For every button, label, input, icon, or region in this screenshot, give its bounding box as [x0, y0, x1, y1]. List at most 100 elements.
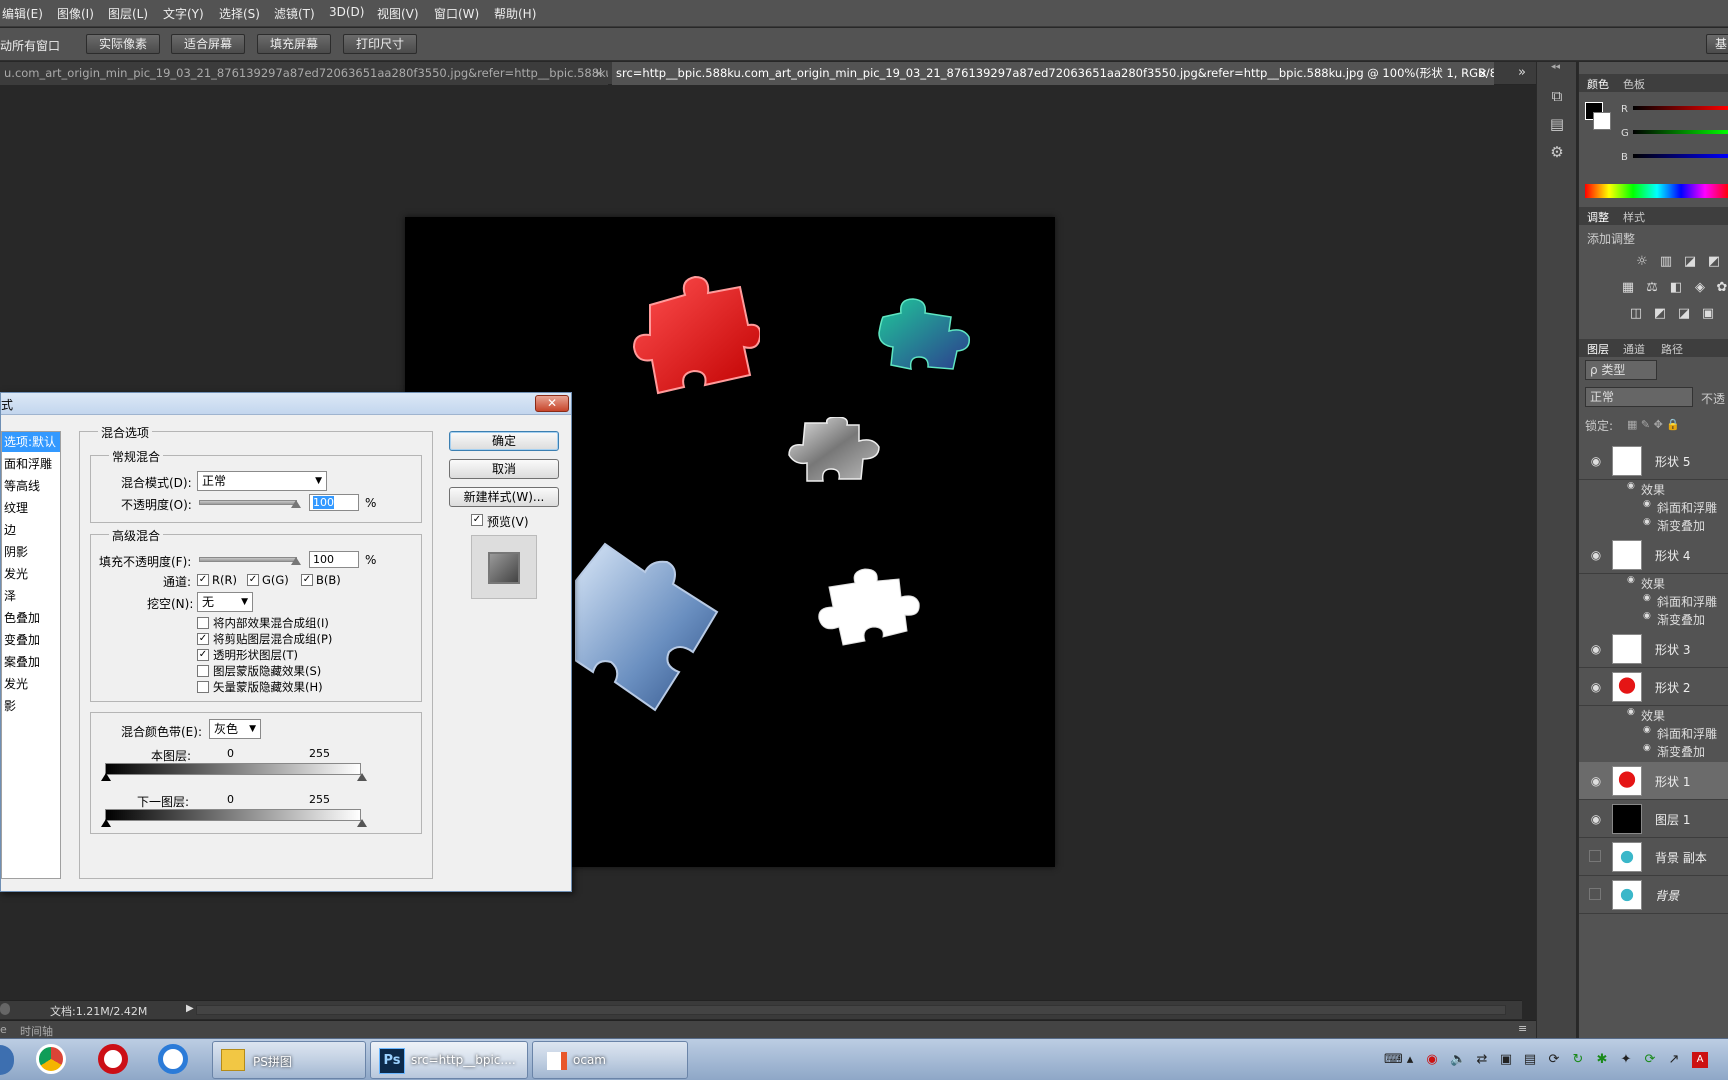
visibility-eye-icon[interactable]: ◉	[1589, 774, 1603, 788]
actual-pixels-button[interactable]: 实际像素	[86, 34, 160, 54]
style-list-item[interactable]: 影	[2, 696, 60, 716]
collapse-icon[interactable]: ◂◂	[1551, 62, 1560, 72]
layer-kind-filter[interactable]: ρ 类型	[1585, 360, 1657, 380]
style-list-item[interactable]: 泽	[2, 586, 60, 606]
update-icon[interactable]: ⟳	[1642, 1052, 1658, 1068]
fill-opacity-slider-thumb[interactable]	[291, 557, 301, 565]
black-white-icon[interactable]: ◈	[1691, 280, 1709, 296]
layer-row[interactable]: ◉ 形状 4	[1579, 536, 1728, 574]
volume-icon[interactable]: 🔈	[1450, 1052, 1466, 1068]
panel-menu-icon[interactable]: ≡	[1518, 1022, 1527, 1035]
style-list-item[interactable]: 色叠加	[2, 608, 60, 628]
layer-row[interactable]: ◉ 形状 5	[1579, 442, 1728, 480]
effect-item[interactable]: ◉ 渐变叠加	[1579, 742, 1728, 760]
start-button-icon[interactable]	[0, 1045, 14, 1075]
tab-channels[interactable]: 通道	[1623, 341, 1645, 357]
new-style-button[interactable]: 新建样式(W)...	[449, 487, 559, 507]
fit-screen-button[interactable]: 适合屏幕	[171, 34, 245, 54]
layer-row[interactable]: ◉ 图层 1	[1579, 800, 1728, 838]
visibility-eye-icon[interactable]: ◉	[1589, 548, 1603, 562]
scroll-all-windows-label[interactable]: 动所有窗口	[0, 37, 60, 54]
channel-g-checkbox[interactable]: ✓	[247, 574, 259, 586]
chrome-icon[interactable]	[36, 1044, 66, 1074]
opacity-input[interactable]: 100	[309, 494, 359, 511]
style-list-item[interactable]: 变叠加	[2, 630, 60, 650]
effect-visibility-icon[interactable]: ◉	[1643, 743, 1651, 753]
color-balance-icon[interactable]: ◧	[1667, 280, 1685, 296]
opacity-slider-thumb[interactable]	[291, 500, 301, 508]
horizontal-scrollbar[interactable]	[196, 1005, 1506, 1015]
vibrance-icon[interactable]: ▦	[1619, 280, 1637, 296]
tray-app2-icon[interactable]: ▤	[1522, 1052, 1538, 1068]
curves-icon[interactable]: ◪	[1681, 254, 1699, 270]
preview-checkbox[interactable]: ✓	[471, 514, 483, 526]
effect-visibility-icon[interactable]: ◉	[1643, 517, 1651, 527]
workspace-button[interactable]: 基	[1706, 34, 1728, 54]
effects-row[interactable]: ◉ 效果	[1579, 574, 1728, 592]
style-list-item[interactable]: 面和浮雕	[2, 454, 60, 474]
hue-saturation-icon[interactable]: ⚖	[1643, 280, 1661, 296]
arrow-icon[interactable]: ↗	[1666, 1052, 1682, 1068]
effect-item[interactable]: ◉ 渐变叠加	[1579, 610, 1728, 628]
exposure-icon[interactable]: ◩	[1705, 254, 1723, 270]
dialog-titlebar[interactable]: 式 ✕	[1, 393, 571, 415]
layer-row[interactable]: ◉ 形状 3	[1579, 630, 1728, 668]
underlying-black-thumb[interactable]	[101, 819, 111, 827]
taskbar-app-ocam[interactable]: ocam	[532, 1041, 688, 1079]
red-slider[interactable]	[1633, 106, 1728, 110]
advanced-option-checkbox[interactable]	[197, 665, 209, 677]
visibility-toggle[interactable]	[1589, 888, 1601, 900]
background-color-swatch[interactable]	[1593, 112, 1611, 130]
menu-image[interactable]: 图像(I)	[57, 5, 94, 22]
layer-blend-mode-select[interactable]: 正常	[1585, 387, 1693, 407]
effect-item[interactable]: ◉ 渐变叠加	[1579, 516, 1728, 534]
cancel-button[interactable]: 取消	[449, 459, 559, 479]
effect-visibility-icon[interactable]: ◉	[1643, 611, 1651, 621]
effect-visibility-icon[interactable]: ◉	[1627, 707, 1635, 717]
bluetooth-icon[interactable]: ✦	[1618, 1052, 1634, 1068]
menu-3d[interactable]: 3D(D)	[329, 5, 364, 19]
tab-swatches[interactable]: 色板	[1623, 76, 1645, 92]
effect-visibility-icon[interactable]: ◉	[1643, 725, 1651, 735]
close-icon[interactable]: ×	[1478, 62, 1488, 85]
levels-icon[interactable]: ▥	[1657, 254, 1675, 270]
show-hidden-icons[interactable]: ▴	[1402, 1052, 1418, 1068]
properties-icon[interactable]: ⚙	[1545, 140, 1569, 164]
layer-row[interactable]: ◉ 形状 2	[1579, 668, 1728, 706]
visibility-toggle[interactable]	[1589, 850, 1601, 862]
threshold-icon[interactable]: ◪	[1675, 306, 1693, 322]
actions-icon[interactable]: ▤	[1545, 112, 1569, 136]
tab-layers[interactable]: 图层	[1587, 341, 1609, 357]
taskbar-app-folder[interactable]: PS拼图	[212, 1041, 366, 1079]
visibility-eye-icon[interactable]: ◉	[1589, 812, 1603, 826]
advanced-option-checkbox[interactable]	[197, 617, 209, 629]
network-icon[interactable]: ⇄	[1474, 1052, 1490, 1068]
menu-type[interactable]: 文字(Y)	[163, 5, 204, 22]
gradient-map-icon[interactable]: ▣	[1699, 306, 1717, 322]
status-menu-arrow-icon[interactable]: ▶	[186, 1003, 194, 1014]
blend-if-select[interactable]: 灰色 ▼	[209, 719, 261, 739]
refresh-icon[interactable]: ↻	[1570, 1052, 1586, 1068]
effects-row[interactable]: ◉ 效果	[1579, 480, 1728, 498]
security-icon[interactable]: ✱	[1594, 1052, 1610, 1068]
print-size-button[interactable]: 打印尺寸	[343, 34, 417, 54]
blend-mode-select[interactable]: 正常 ▼	[197, 471, 327, 491]
tab-styles[interactable]: 样式	[1623, 209, 1645, 225]
layer-row[interactable]: 背景 副本	[1579, 838, 1728, 876]
style-list-item[interactable]: 案叠加	[2, 652, 60, 672]
advanced-option-checkbox[interactable]	[197, 681, 209, 693]
keyboard-icon[interactable]: ⌨	[1384, 1052, 1403, 1068]
tab-paths[interactable]: 路径	[1661, 341, 1683, 357]
posterize-icon[interactable]: ◩	[1651, 306, 1669, 322]
menu-view[interactable]: 视图(V)	[377, 5, 419, 22]
color-spectrum-ramp[interactable]	[1585, 184, 1728, 198]
tabs-overflow-icon[interactable]: »	[1518, 65, 1526, 80]
opera-icon[interactable]	[98, 1044, 128, 1074]
fill-screen-button[interactable]: 填充屏幕	[257, 34, 331, 54]
style-list-item[interactable]: 纹理	[2, 498, 60, 518]
blue-slider[interactable]	[1633, 154, 1728, 158]
taskbar-app-photoshop[interactable]: Ps src=http__bpic....	[370, 1041, 528, 1079]
style-list-item[interactable]: 发光	[2, 564, 60, 584]
style-list-item[interactable]: 等高线	[2, 476, 60, 496]
visibility-eye-icon[interactable]: ◉	[1589, 642, 1603, 656]
